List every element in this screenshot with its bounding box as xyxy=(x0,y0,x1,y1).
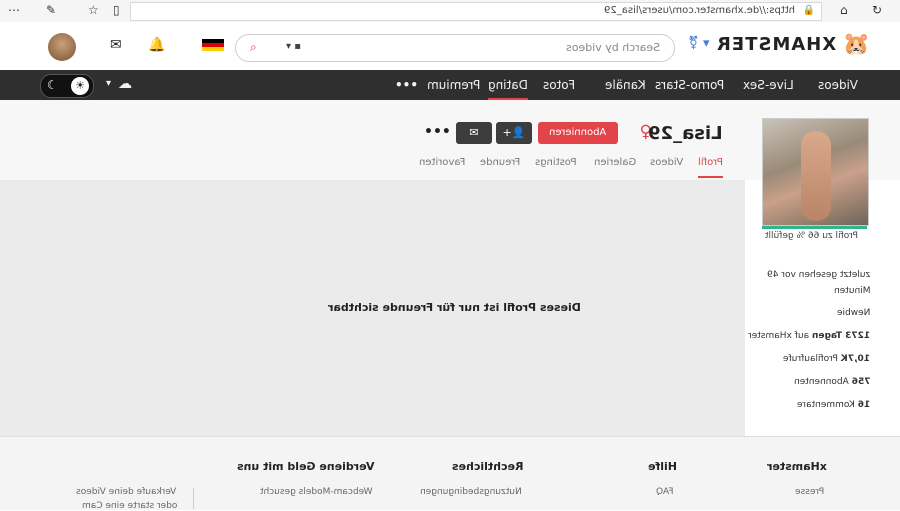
nav-item-pornostars[interactable]: Porno-Stars xyxy=(655,78,724,92)
moon-icon: ☾ xyxy=(47,78,58,92)
last-seen-line1: zuletzt gesehen vor 49 xyxy=(766,270,870,280)
member-days: 1273 Tagen xyxy=(811,331,870,341)
message-icon[interactable]: ✉ xyxy=(110,37,122,53)
sun-icon: ☀ xyxy=(71,77,89,95)
nav-item-videos[interactable]: Videos xyxy=(818,78,858,92)
theme-toggle[interactable]: ☾ ☀ xyxy=(40,74,94,98)
lock-icon: 🔒 xyxy=(802,5,815,16)
subscribers-value: 756 xyxy=(851,377,870,387)
upload-icon[interactable]: ☁ xyxy=(118,76,132,92)
nav-item-fotos[interactable]: Fotos xyxy=(543,78,575,92)
site-logo[interactable]: XHAMSTER 🐹 xyxy=(716,32,870,57)
site-footer xyxy=(0,436,900,510)
footer-link-presse[interactable]: Presse xyxy=(795,487,824,497)
nav-item-premium[interactable]: Premium xyxy=(427,78,480,92)
footer-promo-line2[interactable]: oder starte eine Cam xyxy=(82,501,177,511)
add-user-icon: +👤 xyxy=(502,126,526,139)
search-bar[interactable]: ⌕ ▾ ▪ Search by videos xyxy=(235,34,675,62)
private-profile-message: Dieses Profil ist nur für Freunde sichtb… xyxy=(328,301,581,314)
footer-link-terms[interactable]: Nutzungsbedingungen xyxy=(420,487,522,497)
profile-views-suffix: Profilaufrufe xyxy=(782,354,838,364)
profile-completion-bar xyxy=(762,226,867,229)
member-days-suffix: auf xHamster xyxy=(747,331,809,341)
tab-galerien[interactable]: Galerien xyxy=(594,157,636,168)
home-icon[interactable]: ⌂ xyxy=(840,3,848,17)
tab-favoriten[interactable]: Favoriten xyxy=(419,157,465,168)
tab-postings[interactable]: Postings xyxy=(535,157,577,168)
member-duration: 1273 Tagen auf xHamster xyxy=(748,331,870,341)
profile-views: 10,7K Profilaufrufe xyxy=(783,354,870,364)
profile-more-button[interactable]: ••• xyxy=(424,124,451,140)
footer-col-hilfe: Hilfe xyxy=(648,460,677,473)
de-flag[interactable] xyxy=(202,39,224,51)
settings-icon[interactable]: ⋯ xyxy=(8,3,20,17)
site-header: ✉ 🔔 ⌕ ▾ ▪ Search by videos ⚧ ▾ XHAMSTER … xyxy=(0,22,900,70)
search-icon[interactable]: ⌕ xyxy=(250,40,257,55)
browser-toolbar: ⋯ ✎ ☆ ▯ https://de.xhamster.com/users/li… xyxy=(0,0,900,23)
bell-icon[interactable]: 🔔 xyxy=(148,37,165,53)
tab-profil[interactable]: Profil xyxy=(698,157,723,178)
add-friend-button[interactable]: +👤 xyxy=(496,122,532,144)
photo-figure xyxy=(801,131,831,221)
refresh-icon[interactable]: ↻ xyxy=(872,3,882,17)
footer-divider xyxy=(193,488,194,509)
footer-promo-line1[interactable]: Verkaufe deine Videos xyxy=(76,487,176,497)
camera-icon[interactable]: ▾ ▪ xyxy=(286,41,301,52)
envelope-icon: ✉ xyxy=(469,126,479,139)
subscribe-button[interactable]: Abonnieren xyxy=(538,122,618,144)
subscribe-label: Abonnieren xyxy=(549,127,607,138)
tab-freunde[interactable]: Freunde xyxy=(480,157,520,168)
logo-text: XHAMSTER xyxy=(716,34,837,55)
profile-username: Lisa_29 xyxy=(648,123,723,144)
subscribers: 756 Abonnenten xyxy=(794,377,870,387)
nav-item-kanaele[interactable]: Kanäle xyxy=(605,78,646,92)
comments-value: 16 xyxy=(857,400,870,410)
pen-icon[interactable]: ✎ xyxy=(46,3,56,17)
star-icon[interactable]: ☆ xyxy=(88,3,99,17)
hamster-logo-icon: 🐹 xyxy=(842,32,870,57)
dropdown-arrow-icon[interactable]: ▾ xyxy=(106,78,111,89)
nav-item-dating[interactable]: Dating xyxy=(488,78,528,101)
profile-completion-text: Profil zu 66 % gefüllt xyxy=(765,231,858,241)
comments: 16 Kommentare xyxy=(797,400,870,410)
footer-col-xhamster: xHamster xyxy=(767,460,827,473)
footer-col-earn: Verdiene Geld mit uns xyxy=(237,460,375,473)
nav-item-livesex[interactable]: Live-Sex xyxy=(743,78,794,92)
message-button[interactable]: ✉ xyxy=(456,122,492,144)
subscribers-suffix: Abonnenten xyxy=(793,377,849,387)
tab-videos[interactable]: Videos xyxy=(650,157,683,168)
main-navigation: ☾ ☀ ▾ ☁ ••• Premium Dating Fotos Kanäle … xyxy=(0,70,900,101)
footer-link-webcam[interactable]: Webcam-Models gesucht xyxy=(260,487,373,497)
reader-icon[interactable]: ▯ xyxy=(113,3,120,17)
footer-link-faq[interactable]: FAQ xyxy=(656,487,673,497)
nav-more[interactable]: ••• xyxy=(395,78,418,92)
user-level: Newbie xyxy=(836,308,870,318)
search-input[interactable]: Search by videos xyxy=(566,41,660,54)
comments-suffix: Kommentare xyxy=(796,400,855,410)
profile-views-value: 10,7K xyxy=(840,354,870,364)
address-bar[interactable]: https://de.xhamster.com/users/lisa_29 🔒 xyxy=(130,2,822,21)
user-avatar[interactable] xyxy=(48,33,76,61)
footer-col-rechtliches: Rechtliches xyxy=(452,460,524,473)
gender-filter-icon[interactable]: ⚧ ▾ xyxy=(688,36,710,51)
last-seen-line2: Minuten xyxy=(833,286,870,296)
url-text: https://de.xhamster.com/users/lisa_29 xyxy=(603,5,795,16)
profile-photo[interactable] xyxy=(762,118,869,226)
